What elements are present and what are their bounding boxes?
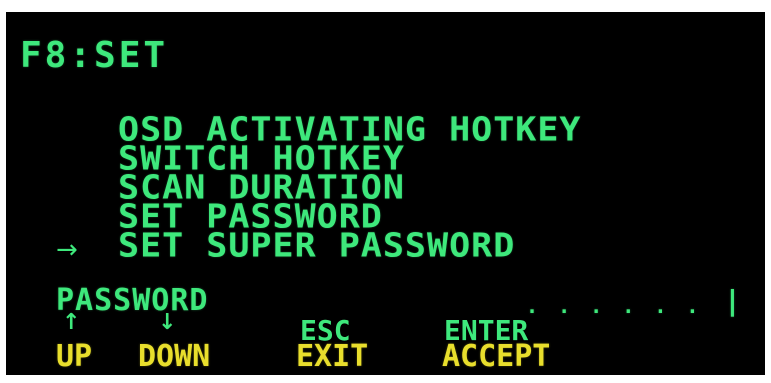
osd-menu: OSD ACTIVATING HOTKEY SWITCH HOTKEY SCAN… bbox=[118, 113, 582, 266]
exit-action-label: EXIT bbox=[296, 339, 369, 374]
up-action-label: UP bbox=[56, 339, 93, 374]
up-arrow-icon: ↑ bbox=[62, 310, 81, 335]
password-input[interactable]: . . . . . . bbox=[526, 296, 702, 316]
osd-title: F8:SET bbox=[20, 35, 169, 76]
selection-arrow-icon: → bbox=[56, 235, 78, 265]
menu-item-set-super-password[interactable]: SET SUPER PASSWORD bbox=[118, 227, 582, 266]
down-arrow-icon: ↓ bbox=[158, 310, 177, 335]
down-action-label: DOWN bbox=[138, 339, 211, 374]
osd-screen: F8:SET OSD ACTIVATING HOTKEY SWITCH HOTK… bbox=[6, 12, 765, 375]
menu-item-label: SET SUPER PASSWORD bbox=[118, 227, 516, 266]
accept-action-label: ACCEPT bbox=[442, 339, 551, 374]
text-caret: | bbox=[724, 284, 741, 317]
